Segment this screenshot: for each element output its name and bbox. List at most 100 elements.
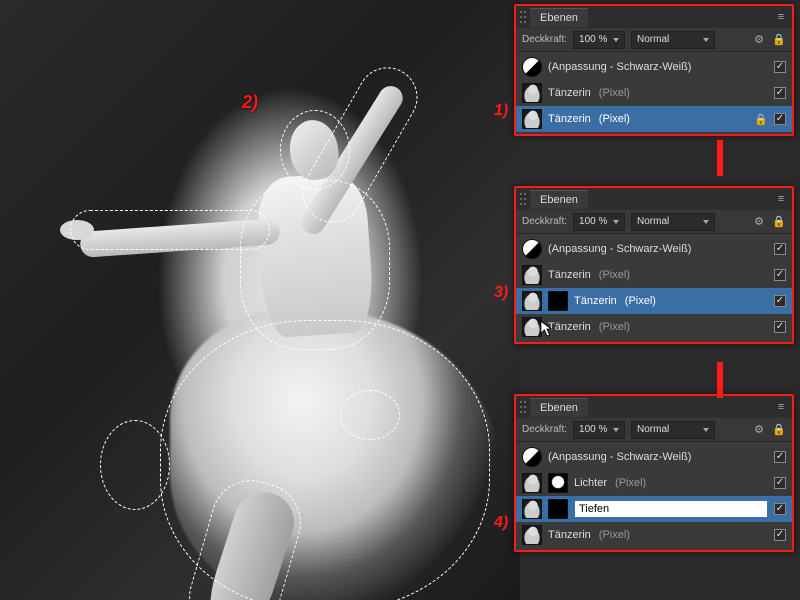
panel-menu-icon[interactable]: ≡ — [774, 193, 788, 205]
visibility-checkbox[interactable] — [774, 269, 786, 281]
annotation-4: 4) — [494, 514, 508, 532]
layer-name: Tänzerin — [548, 87, 591, 99]
lock-icon[interactable]: 🔒 — [772, 33, 786, 47]
layer-name: (Anpassung - Schwarz-Weiß) — [548, 451, 691, 463]
panel-options: Deckkraft: 100 % Normal ⚙ 🔒 — [516, 28, 792, 52]
visibility-checkbox[interactable] — [774, 503, 786, 515]
gear-icon[interactable]: ⚙ — [752, 423, 766, 437]
layer-name: (Anpassung - Schwarz-Weiß) — [548, 243, 691, 255]
layer-row[interactable]: Tänzerin (Pixel) — [516, 262, 792, 288]
chevron-down-icon — [613, 38, 619, 42]
layer-name: (Anpassung - Schwarz-Weiß) — [548, 61, 691, 73]
visibility-checkbox[interactable] — [774, 87, 786, 99]
layers-panels-stack: 1) Ebenen ≡ Deckkraft: 100 % Normal ⚙ 🔒 … — [514, 4, 794, 552]
layers-panel-3: 4) Ebenen ≡ Deckkraft: 100 % Normal ⚙ 🔒 … — [514, 394, 794, 552]
layer-name: Tänzerin — [548, 269, 591, 281]
layers-panel-1: 1) Ebenen ≡ Deckkraft: 100 % Normal ⚙ 🔒 … — [514, 4, 794, 136]
layer-thumb-icon[interactable] — [522, 83, 542, 103]
layer-mask-thumb[interactable] — [548, 291, 568, 311]
dancer-figure — [40, 60, 500, 580]
visibility-checkbox[interactable] — [774, 451, 786, 463]
layer-row[interactable]: Tänzerin (Pixel) — [516, 288, 792, 314]
visibility-checkbox[interactable] — [774, 113, 786, 125]
layer-thumb-icon[interactable] — [522, 317, 542, 337]
visibility-checkbox[interactable] — [774, 477, 786, 489]
layer-list: (Anpassung - Schwarz-Weiß) Lichter (Pixel… — [516, 442, 792, 550]
layer-row[interactable]: (Anpassung - Schwarz-Weiß) — [516, 444, 792, 470]
layer-list: (Anpassung - Schwarz-Weiß) Tänzerin (Pixe… — [516, 52, 792, 134]
gear-icon[interactable]: ⚙ — [752, 215, 766, 229]
panel-menu-icon[interactable]: ≡ — [774, 11, 788, 23]
layer-list: (Anpassung - Schwarz-Weiß) Tänzerin (Pixe… — [516, 234, 792, 342]
annotation-3: 3) — [494, 284, 508, 302]
adjustment-thumb-icon[interactable] — [522, 239, 542, 259]
grip-icon[interactable] — [520, 401, 526, 413]
blendmode-dropdown[interactable]: Normal — [631, 421, 715, 439]
opacity-label: Deckkraft: — [522, 34, 567, 45]
layer-row[interactable]: Tänzerin (Pixel) — [516, 314, 792, 340]
layer-type-label: (Pixel) — [599, 113, 630, 125]
chevron-down-icon — [703, 428, 709, 432]
arrow-down-icon — [712, 140, 728, 176]
lock-icon[interactable]: 🔒 — [754, 113, 768, 126]
layer-mask-thumb[interactable] — [548, 499, 568, 519]
panel-options: Deckkraft: 100 % Normal ⚙ 🔒 — [516, 418, 792, 442]
grip-icon[interactable] — [520, 193, 526, 205]
blendmode-dropdown[interactable]: Normal — [631, 213, 715, 231]
panel-header[interactable]: Ebenen ≡ — [516, 6, 792, 28]
layers-panel-2: 3) Ebenen ≡ Deckkraft: 100 % Normal ⚙ 🔒 … — [514, 186, 794, 344]
layer-row[interactable]: Lichter (Pixel) — [516, 470, 792, 496]
layers-tab[interactable]: Ebenen — [530, 8, 588, 27]
layer-thumb-icon[interactable] — [522, 499, 542, 519]
chevron-down-icon — [703, 38, 709, 42]
lock-icon[interactable]: 🔒 — [772, 215, 786, 229]
layers-tab[interactable]: Ebenen — [530, 190, 588, 209]
opacity-dropdown[interactable]: 100 % — [573, 421, 625, 439]
layer-row[interactable]: Tänzerin (Pixel) — [516, 80, 792, 106]
layer-type-label: (Pixel) — [615, 477, 646, 489]
layer-rename-input[interactable] — [574, 500, 768, 518]
layer-thumb-icon[interactable] — [522, 473, 542, 493]
visibility-checkbox[interactable] — [774, 295, 786, 307]
panel-menu-icon[interactable]: ≡ — [774, 401, 788, 413]
gear-icon[interactable]: ⚙ — [752, 33, 766, 47]
visibility-checkbox[interactable] — [774, 321, 786, 333]
layer-row[interactable]: (Anpassung - Schwarz-Weiß) — [516, 236, 792, 262]
arrow-down-icon — [712, 362, 728, 398]
layer-thumb-icon[interactable] — [522, 265, 542, 285]
layer-name: Lichter — [574, 477, 607, 489]
layer-thumb-icon[interactable] — [522, 525, 542, 545]
document-canvas[interactable]: 2) — [0, 0, 520, 600]
layer-type-label: (Pixel) — [599, 87, 630, 99]
lock-icon[interactable]: 🔒 — [772, 423, 786, 437]
visibility-checkbox[interactable] — [774, 61, 786, 73]
layer-row[interactable]: Tänzerin (Pixel)🔒 — [516, 106, 792, 132]
layer-row[interactable]: (Anpassung - Schwarz-Weiß) — [516, 54, 792, 80]
grip-icon[interactable] — [520, 11, 526, 23]
layer-name: Tänzerin — [574, 295, 617, 307]
panel-header[interactable]: Ebenen ≡ — [516, 188, 792, 210]
visibility-checkbox[interactable] — [774, 529, 786, 541]
chevron-down-icon — [613, 220, 619, 224]
panel-header[interactable]: Ebenen ≡ — [516, 396, 792, 418]
layers-tab[interactable]: Ebenen — [530, 398, 588, 417]
blendmode-dropdown[interactable]: Normal — [631, 31, 715, 49]
layer-thumb-icon[interactable] — [522, 291, 542, 311]
layer-row[interactable] — [516, 496, 792, 522]
layer-name: Tänzerin — [548, 321, 591, 333]
layer-thumb-icon[interactable] — [522, 109, 542, 129]
annotation-2: 2) — [242, 92, 258, 113]
adjustment-thumb-icon[interactable] — [522, 447, 542, 467]
opacity-dropdown[interactable]: 100 % — [573, 31, 625, 49]
visibility-checkbox[interactable] — [774, 243, 786, 255]
panel-options: Deckkraft: 100 % Normal ⚙ 🔒 — [516, 210, 792, 234]
layer-row[interactable]: Tänzerin (Pixel) — [516, 522, 792, 548]
layer-type-label: (Pixel) — [599, 269, 630, 281]
layer-mask-thumb[interactable] — [548, 473, 568, 493]
layer-type-label: (Pixel) — [625, 295, 656, 307]
adjustment-thumb-icon[interactable] — [522, 57, 542, 77]
layer-type-label: (Pixel) — [599, 321, 630, 333]
opacity-label: Deckkraft: — [522, 216, 567, 227]
opacity-dropdown[interactable]: 100 % — [573, 213, 625, 231]
layer-type-label: (Pixel) — [599, 529, 630, 541]
